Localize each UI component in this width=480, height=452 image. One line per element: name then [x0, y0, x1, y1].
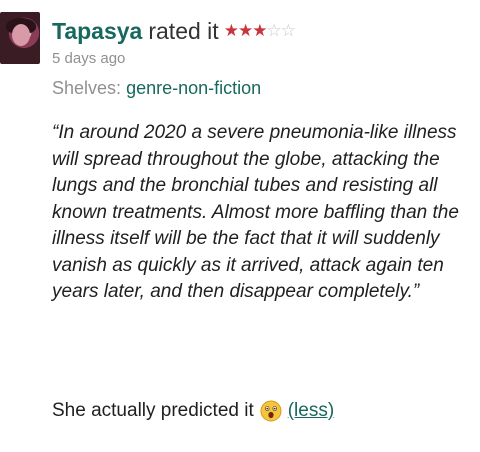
- star-empty-icon: ☆: [280, 21, 296, 40]
- review-card: Tapasya rated it ★ ★ ★ ☆ ☆ 5 days ago Sh…: [0, 0, 480, 452]
- avatar-face: [12, 24, 30, 46]
- comment-text: She actually predicted it: [52, 400, 254, 421]
- review-timestamp[interactable]: 5 days ago: [52, 50, 125, 67]
- user-name-link[interactable]: Tapasya: [52, 18, 142, 45]
- shelves-label: Shelves:: [52, 78, 122, 98]
- shelf-link[interactable]: genre-non-fiction: [126, 78, 261, 98]
- rating-stars: ★ ★ ★ ☆ ☆: [223, 21, 296, 41]
- star-icon: ★: [252, 21, 267, 40]
- star-empty-icon: ☆: [266, 21, 281, 40]
- less-link[interactable]: (less): [288, 400, 334, 422]
- shelves-line: Shelves: genre-non-fiction: [52, 78, 261, 99]
- rated-it-text: rated it: [148, 17, 219, 44]
- star-icon: ★: [237, 21, 253, 40]
- astonished-face-icon: [260, 400, 282, 422]
- review-comment: She actually predicted it (less): [52, 400, 334, 422]
- user-avatar[interactable]: [0, 12, 40, 64]
- star-icon: ★: [223, 21, 239, 40]
- review-quote: “In around 2020 a severe pneumonia-like …: [52, 122, 459, 302]
- review-header: Tapasya rated it ★ ★ ★ ☆ ☆: [52, 14, 296, 48]
